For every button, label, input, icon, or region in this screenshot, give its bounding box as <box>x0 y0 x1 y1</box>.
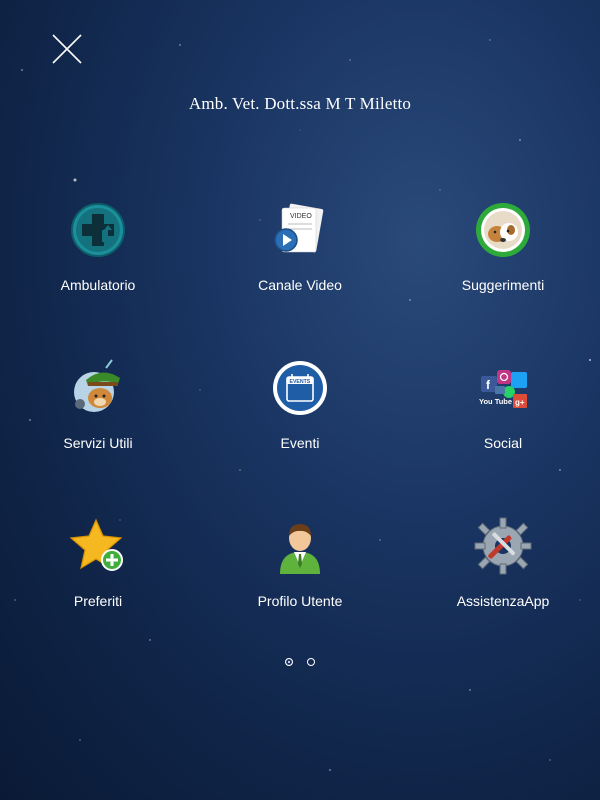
menu-item-servizi-utili[interactable]: Servizi Utili <box>18 358 178 451</box>
gear-tools-icon <box>474 517 532 575</box>
svg-text:VIDEO: VIDEO <box>290 213 312 220</box>
page-title: Amb. Vet. Dott.ssa M T Miletto <box>188 94 412 113</box>
dog-hat-icon <box>74 359 120 412</box>
social-networks-icon: f You Tube g+ <box>479 370 527 408</box>
page-dot-1[interactable] <box>284 658 293 666</box>
user-profile-icon <box>280 524 320 574</box>
menu-item-preferiti[interactable]: Preferiti <box>18 516 178 609</box>
close-icon <box>52 34 82 64</box>
menu-item-label: Preferiti <box>73 593 123 609</box>
menu-item-suggerimenti[interactable]: Suggerimenti <box>423 200 583 293</box>
page-dot-2[interactable] <box>307 658 316 666</box>
svg-text:g+: g+ <box>515 398 525 407</box>
menu-item-label: Profilo Utente <box>257 593 343 609</box>
events-calendar-icon: EVENTS <box>273 361 327 415</box>
menu-item-label: AssistenzaApp <box>456 593 550 609</box>
close-button[interactable] <box>50 32 84 66</box>
page-indicator <box>0 653 600 671</box>
menu-item-label: Canale Video <box>258 277 342 293</box>
menu-item-social[interactable]: f You Tube g+ Social <box>423 358 583 451</box>
menu-item-eventi[interactable]: EVENTS Eventi <box>220 358 380 451</box>
menu-item-canale-video[interactable]: VIDEO Canale Video <box>220 200 380 293</box>
menu-item-label: Servizi Utili <box>63 435 133 451</box>
svg-text:EVENTS: EVENTS <box>290 379 311 385</box>
menu-item-label: Social <box>483 435 523 451</box>
svg-text:You Tube: You Tube <box>479 397 512 406</box>
menu-item-label: Suggerimenti <box>461 277 545 293</box>
star-add-icon <box>69 518 123 571</box>
medical-cross-icon <box>71 203 125 257</box>
menu-item-label: Eventi <box>280 435 320 451</box>
dog-photo-icon <box>476 203 530 257</box>
menu-item-assistenza-app[interactable]: AssistenzaApp <box>423 516 583 609</box>
video-play-icon: VIDEO <box>274 203 324 253</box>
menu-item-label: Ambulatorio <box>60 277 136 293</box>
menu-item-profilo-utente[interactable]: Profilo Utente <box>220 516 380 609</box>
menu-item-ambulatorio[interactable]: Ambulatorio <box>18 200 178 293</box>
